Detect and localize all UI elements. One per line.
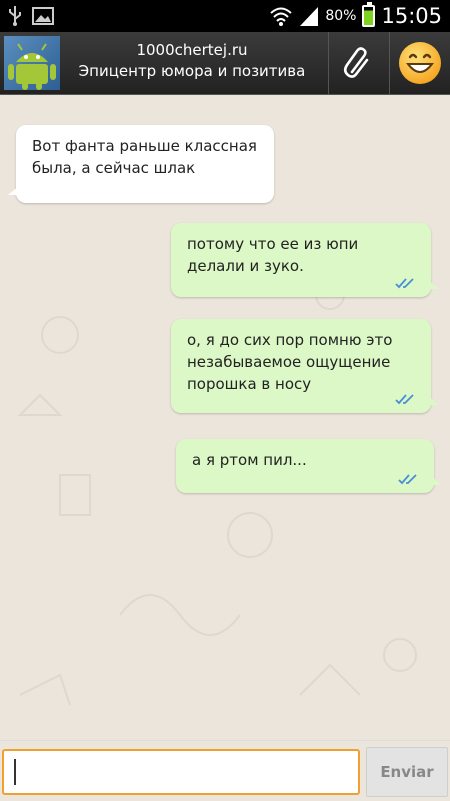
message-text: о, я до сих пор помню это незабываемое о…	[187, 331, 393, 393]
notification-icons	[8, 6, 54, 26]
message-text: Вот фанта раньше классная была, а сейчас…	[32, 137, 257, 177]
image-icon	[32, 7, 54, 25]
bubble-tail	[429, 397, 439, 405]
read-double-check-icon	[395, 394, 414, 405]
message-bubble-outgoing[interactable]: потому что ее из юпи делали и зуко.	[171, 223, 439, 297]
message-bubble-outgoing[interactable]: а я ртом пил...	[176, 439, 442, 493]
smiley-face-icon	[399, 42, 441, 84]
message-bubble-outgoing[interactable]: о, я до сих пор помню это незабываемое о…	[171, 319, 439, 413]
contact-avatar[interactable]	[4, 36, 60, 90]
battery-icon	[362, 2, 376, 27]
emoji-button[interactable]	[390, 32, 450, 94]
paperclip-icon	[343, 47, 369, 78]
chat-title[interactable]: 1000chertej.ru Эпицентр юмора и позитива	[62, 40, 322, 82]
usb-icon	[9, 6, 21, 26]
android-robot-icon	[8, 43, 56, 90]
message-text: потому что ее из юпи делали и зуко.	[187, 235, 359, 275]
message-bubble-incoming[interactable]: Вот фанта раньше классная была, а сейчас…	[8, 125, 274, 203]
bubble-tail	[429, 281, 439, 289]
signal-icon	[300, 7, 319, 26]
read-double-check-icon	[395, 278, 414, 289]
chat-title-line2: Эпицентр юмора и позитива	[78, 62, 306, 80]
battery-percent: 80%	[325, 8, 357, 24]
bubble-tail	[8, 187, 18, 195]
text-cursor	[14, 759, 16, 785]
send-button[interactable]: Enviar	[366, 747, 448, 797]
chat-header: 1000chertej.ru Эпицентр юмора и позитива	[0, 32, 450, 95]
clock-time: 15:05	[381, 4, 442, 28]
message-input[interactable]	[2, 749, 360, 795]
wifi-icon	[270, 7, 293, 26]
message-list[interactable]: Вот фанта раньше классная была, а сейчас…	[0, 95, 450, 740]
composer-bar: Enviar	[0, 740, 450, 801]
message-text: а я ртом пил...	[192, 451, 307, 469]
status-bar: 80% 15:05	[0, 0, 450, 32]
attach-button[interactable]	[329, 32, 387, 94]
bubble-tail	[432, 477, 442, 485]
read-double-check-icon	[398, 474, 417, 485]
chat-title-line1: 1000chertej.ru	[136, 41, 248, 59]
